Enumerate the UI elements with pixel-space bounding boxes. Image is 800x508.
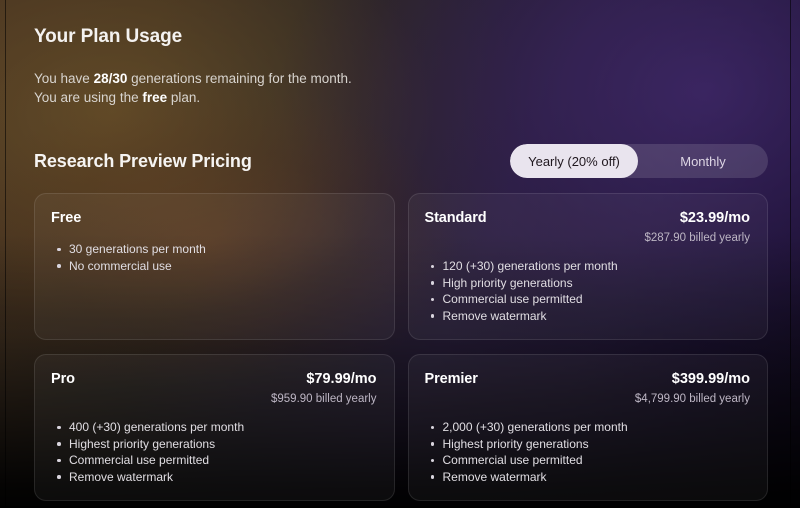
plan-feature-list: 400 (+30) generations per month Highest … (51, 419, 377, 485)
usage-line2-prefix: You are using the (34, 90, 143, 105)
usage-line2-suffix: plan. (167, 90, 201, 105)
plan-price: $79.99/mo (306, 371, 377, 387)
plan-price: $399.99/mo (671, 371, 750, 387)
plan-card-standard[interactable]: Standard $23.99/mo $287.90 billed yearly… (407, 193, 768, 340)
plan-feature-list: 2,000 (+30) generations per month Highes… (425, 419, 751, 485)
plan-usage-summary: You have 28/30 generations remaining for… (34, 69, 768, 107)
plan-cards-grid: Free 30 generations per month No commerc… (34, 193, 768, 501)
pricing-section-title: Research Preview Pricing (34, 150, 252, 171)
plan-feature-item: 2,000 (+30) generations per month (425, 419, 751, 436)
plan-card-header: Premier $399.99/mo $4,799.90 billed year… (425, 370, 751, 406)
plan-feature-item: Commercial use permitted (425, 452, 751, 469)
plan-feature-item: No commercial use (51, 258, 377, 275)
plan-billed-note: $4,799.90 billed yearly (634, 393, 750, 405)
plan-feature-list: 120 (+30) generations per month High pri… (425, 258, 751, 324)
pricing-header: Research Preview Pricing Yearly (20% off… (34, 144, 768, 178)
plan-card-free[interactable]: Free 30 generations per month No commerc… (34, 193, 395, 340)
usage-line1-suffix: generations remaining for the month. (127, 71, 352, 86)
plan-price-block: $399.99/mo $4,799.90 billed yearly (635, 370, 750, 406)
plan-card-header: Pro $79.99/mo $959.90 billed yearly (51, 370, 377, 406)
plan-feature-item: Commercial use permitted (425, 291, 751, 308)
plan-card-header: Standard $23.99/mo $287.90 billed yearly (425, 209, 751, 245)
plan-feature-item: Highest priority generations (51, 436, 377, 453)
plan-feature-list: 30 generations per month No commercial u… (51, 241, 377, 274)
usage-line1-prefix: You have (34, 71, 94, 86)
plan-card-premier[interactable]: Premier $399.99/mo $4,799.90 billed year… (407, 354, 768, 501)
plan-feature-item: Remove watermark (425, 469, 751, 486)
plan-feature-item: Highest priority generations (425, 436, 751, 453)
plan-feature-item: Remove watermark (425, 308, 751, 325)
plan-name: Pro (51, 371, 75, 387)
billing-toggle-yearly[interactable]: Yearly (20% off) (510, 144, 638, 178)
usage-current-plan-line: You are using the free plan. (34, 88, 768, 107)
plan-feature-item: 30 generations per month (51, 241, 377, 258)
plan-card-header: Free (51, 209, 377, 227)
plan-price: $23.99/mo (679, 210, 750, 226)
plan-card-pro[interactable]: Pro $79.99/mo $959.90 billed yearly 400 … (34, 354, 395, 501)
usage-generations-line: You have 28/30 generations remaining for… (34, 69, 768, 88)
app-root: Your Plan Usage You have 28/30 generatio… (0, 0, 800, 508)
plan-name: Free (51, 210, 82, 226)
plan-name: Standard (424, 210, 487, 226)
plan-feature-item: 400 (+30) generations per month (51, 419, 377, 436)
plan-feature-item: Commercial use permitted (51, 452, 377, 469)
usage-generation-count: 28/30 (93, 71, 128, 86)
plan-feature-item: 120 (+30) generations per month (425, 258, 751, 275)
page-title: Your Plan Usage (34, 26, 183, 47)
billing-period-toggle[interactable]: Yearly (20% off) Monthly (510, 144, 768, 178)
page-content: Your Plan Usage You have 28/30 generatio… (0, 0, 800, 508)
plan-price-block: $79.99/mo $959.90 billed yearly (271, 370, 377, 406)
plan-feature-item: Remove watermark (51, 469, 377, 486)
plan-name: Premier (424, 371, 478, 387)
usage-current-plan-name: free (142, 90, 168, 105)
plan-billed-note: $287.90 billed yearly (644, 232, 751, 244)
plan-feature-item: High priority generations (425, 275, 751, 292)
plan-billed-note: $959.90 billed yearly (271, 393, 377, 405)
plan-usage-section: Your Plan Usage You have 28/30 generatio… (34, 26, 768, 107)
billing-toggle-monthly[interactable]: Monthly (638, 144, 768, 178)
plan-price-block: $23.99/mo $287.90 billed yearly (645, 209, 751, 245)
